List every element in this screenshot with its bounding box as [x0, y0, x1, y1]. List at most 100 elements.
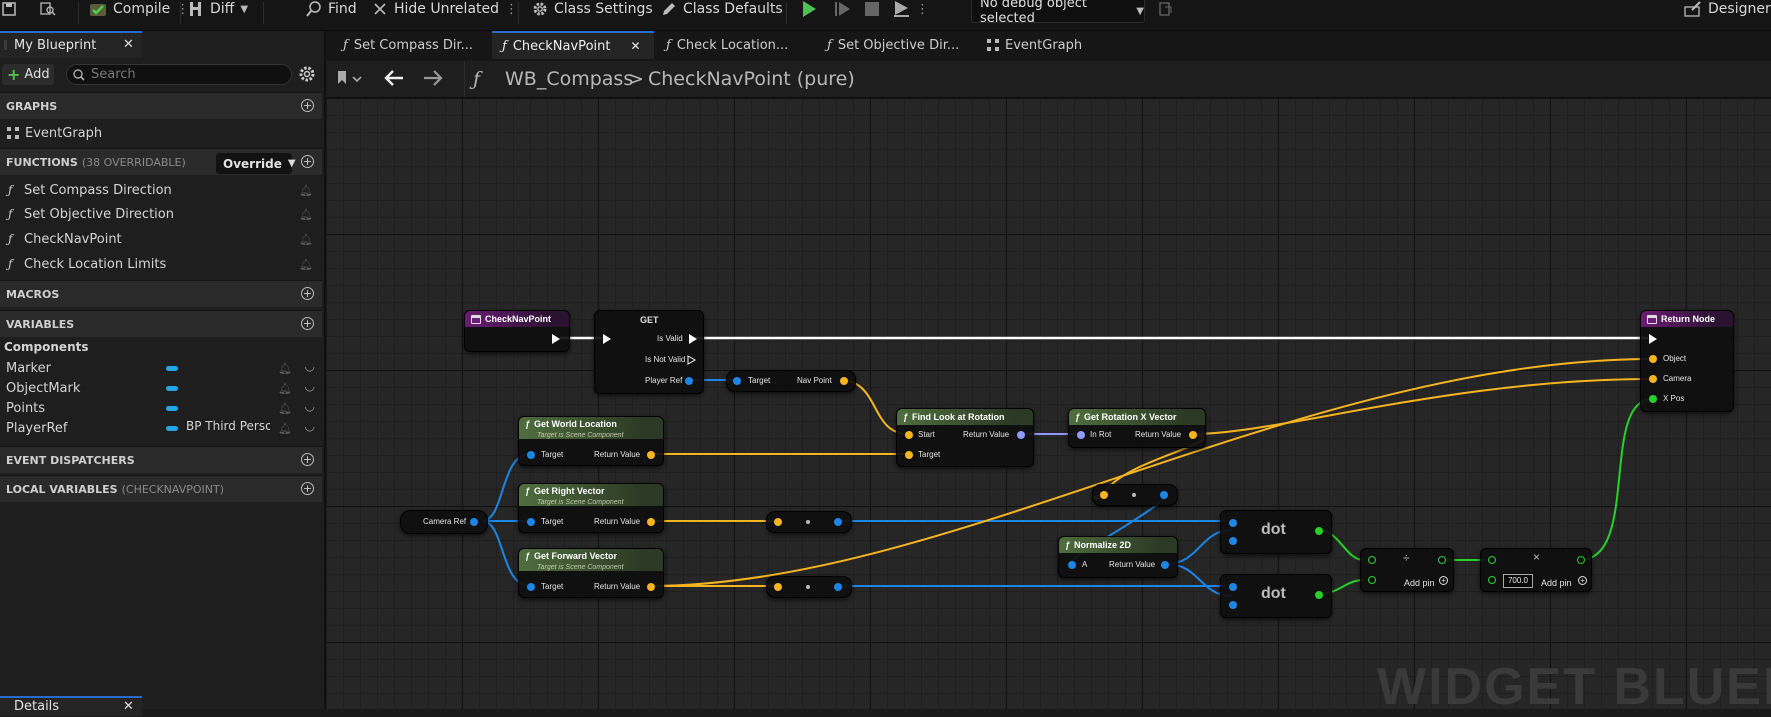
- dot-return-pin[interactable]: [1315, 591, 1323, 599]
- multiply-node[interactable]: × 700.0 Add pin +: [1480, 548, 1592, 592]
- get-right-vector-subtitle: Target is Scene Component: [537, 499, 624, 506]
- node-wires: [481, 336, 1653, 597]
- target-pin[interactable]: [527, 583, 535, 591]
- get-forward-vector-subtitle: Target is Scene Component: [537, 564, 624, 571]
- function-icon: ƒ: [525, 419, 531, 429]
- get-rot-x-title: Get Rotation X Vector: [1084, 412, 1177, 422]
- dot-a-pin[interactable]: [1229, 519, 1237, 527]
- forward-vector-return-pin[interactable]: [647, 583, 655, 591]
- vector-conversion-node[interactable]: [766, 576, 852, 598]
- target-pin[interactable]: [733, 377, 741, 385]
- get-world-location-node[interactable]: ƒ Get World Location Target is Scene Com…: [518, 416, 664, 466]
- x-pos-label: X Pos: [1663, 394, 1685, 403]
- is-valid-pin[interactable]: [689, 334, 697, 344]
- get-world-location-subtitle: Target is Scene Component: [537, 432, 624, 439]
- in-rot-pin[interactable]: [1077, 431, 1085, 439]
- get-valid-node[interactable]: GET Is Valid Is Not Valid Player Ref: [594, 310, 704, 394]
- normalize-header: ƒ Normalize 2D: [1059, 537, 1177, 553]
- divide-a-pin[interactable]: [1368, 556, 1376, 564]
- rotation-return-pin[interactable]: [1017, 431, 1025, 439]
- x-pos-pin[interactable]: [1649, 395, 1657, 403]
- dot-product-node[interactable]: dot: [1220, 574, 1332, 618]
- exec-out-pin[interactable]: [552, 334, 560, 344]
- dot-product-node[interactable]: dot: [1220, 510, 1332, 554]
- camera-pin[interactable]: [1649, 375, 1657, 383]
- nav-point-pin[interactable]: [840, 377, 848, 385]
- get-world-location-title: Get World Location: [534, 419, 617, 429]
- is-not-valid-pin[interactable]: [687, 355, 696, 365]
- divide-symbol: ÷: [1403, 551, 1410, 565]
- get-node-title: GET: [640, 315, 659, 325]
- right-vector-return-pin[interactable]: [647, 518, 655, 526]
- nav-point-node[interactable]: Target Nav Point: [726, 370, 856, 392]
- multiply-a-pin[interactable]: [1488, 556, 1496, 564]
- conversion-out-pin[interactable]: [834, 583, 842, 591]
- multiply-return-pin[interactable]: [1577, 556, 1585, 564]
- return-node[interactable]: Return Node Object Camera X Pos: [1640, 310, 1734, 412]
- conversion-dot-icon: [806, 585, 810, 589]
- return-node-header: Return Node: [1641, 311, 1733, 327]
- return-value-label: Return Value: [594, 517, 641, 526]
- camera-ref-pin[interactable]: [470, 518, 478, 526]
- object-label: Object: [1663, 354, 1687, 363]
- normalize-2d-node[interactable]: ƒ Normalize 2D A Return Value: [1058, 536, 1178, 578]
- camera-label: Camera: [1663, 374, 1692, 383]
- conversion-in-pin[interactable]: [774, 518, 782, 526]
- vector-conversion-node[interactable]: [1092, 484, 1178, 506]
- dot-a-pin[interactable]: [1229, 583, 1237, 591]
- divide-return-pin[interactable]: [1438, 556, 1446, 564]
- add-pin-icon[interactable]: +: [1578, 576, 1587, 585]
- exec-in-pin[interactable]: [603, 334, 611, 344]
- normalize-return-pin[interactable]: [1161, 561, 1169, 569]
- player-ref-label: Player Ref: [645, 376, 683, 385]
- get-rotation-x-vector-node[interactable]: ƒ Get Rotation X Vector In Rot Return Va…: [1068, 408, 1206, 448]
- return-value-label: Return Value: [1135, 430, 1182, 439]
- add-pin-icon[interactable]: +: [1439, 576, 1448, 585]
- graph-watermark: WIDGET BLUEP: [1377, 658, 1771, 716]
- target-pin[interactable]: [905, 451, 913, 459]
- vector-return-pin[interactable]: [1189, 431, 1197, 439]
- return-value-label: Return Value: [594, 450, 641, 459]
- exec-in-pin[interactable]: [1649, 334, 1657, 344]
- get-forward-vector-node[interactable]: ƒ Get Forward Vector Target is Scene Com…: [518, 548, 664, 598]
- nav-point-label: Nav Point: [797, 376, 832, 385]
- entry-node[interactable]: CheckNavPoint: [464, 310, 570, 352]
- return-value-label: Return Value: [594, 582, 641, 591]
- dot-b-pin[interactable]: [1229, 601, 1237, 609]
- is-valid-label: Is Valid: [657, 334, 683, 343]
- find-look-title: Find Look at Rotation: [912, 412, 1005, 422]
- dot-node-title: dot: [1261, 521, 1286, 538]
- function-icon: ƒ: [525, 551, 531, 561]
- target-label: Target: [541, 517, 564, 526]
- dot-b-pin[interactable]: [1229, 537, 1237, 545]
- get-rot-x-header: ƒ Get Rotation X Vector: [1069, 409, 1205, 425]
- in-rot-label: In Rot: [1090, 430, 1112, 439]
- multiplier-value-input[interactable]: 700.0: [1503, 574, 1533, 588]
- camera-ref-node[interactable]: Camera Ref: [400, 510, 488, 534]
- object-pin[interactable]: [1649, 355, 1657, 363]
- player-ref-pin[interactable]: [685, 377, 693, 385]
- divide-b-pin[interactable]: [1368, 576, 1376, 584]
- target-pin[interactable]: [527, 451, 535, 459]
- function-icon: ƒ: [525, 486, 531, 496]
- target-label: Target: [918, 450, 941, 459]
- multiply-b-pin[interactable]: [1488, 576, 1496, 584]
- vector-conversion-node[interactable]: [766, 511, 852, 533]
- a-pin[interactable]: [1068, 561, 1076, 569]
- entry-node-header: CheckNavPoint: [465, 311, 569, 327]
- conversion-out-pin[interactable]: [834, 518, 842, 526]
- conversion-in-pin[interactable]: [774, 583, 782, 591]
- divide-node[interactable]: ÷ Add pin +: [1360, 548, 1454, 592]
- add-pin-label[interactable]: Add pin: [1404, 578, 1435, 588]
- target-label: Target: [541, 450, 564, 459]
- find-look-at-rotation-node[interactable]: ƒ Find Look at Rotation Start Return Val…: [896, 408, 1034, 467]
- camera-ref-label: Camera Ref: [423, 517, 467, 526]
- location-return-pin[interactable]: [647, 451, 655, 459]
- conversion-in-pin[interactable]: [1100, 491, 1108, 499]
- start-pin[interactable]: [905, 431, 913, 439]
- conversion-out-pin[interactable]: [1160, 491, 1168, 499]
- dot-return-pin[interactable]: [1315, 527, 1323, 535]
- target-pin[interactable]: [527, 518, 535, 526]
- add-pin-label[interactable]: Add pin: [1541, 578, 1572, 588]
- get-right-vector-node[interactable]: ƒ Get Right Vector Target is Scene Compo…: [518, 483, 664, 533]
